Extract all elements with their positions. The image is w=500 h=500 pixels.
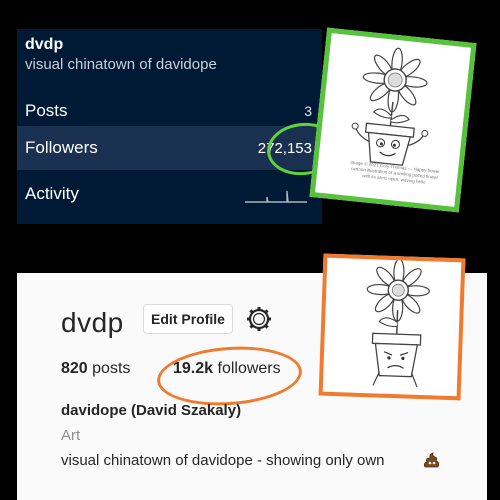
posts-count: 820: [61, 360, 88, 377]
edit-profile-button[interactable]: Edit Profile: [143, 304, 233, 334]
illustration-card-green: Image © 2021 Cory Thomas — Happy flower …: [309, 27, 477, 213]
profile-full-name: davidope (David Szakaly): [61, 402, 242, 419]
highlight-circle-orange: [155, 342, 304, 410]
illustration-card-orange: [318, 253, 466, 401]
tumblr-stats-panel: dvdp visual chinatown of davidope Posts …: [17, 29, 342, 224]
profile-bio: visual chinatown of davidope - showing o…: [61, 452, 385, 469]
blog-header[interactable]: dvdp visual chinatown of davidope: [25, 35, 217, 75]
stats-label-followers: Followers: [25, 138, 98, 157]
stats-label-posts: Posts: [25, 101, 68, 120]
posts-label: posts: [92, 360, 131, 377]
activity-sparkline-icon: [245, 190, 307, 203]
profile-username: dvdp: [61, 307, 124, 338]
blog-name: dvdp: [25, 36, 64, 53]
profile-category: Art: [61, 427, 81, 444]
profile-posts-stat[interactable]: 820 posts: [61, 360, 130, 378]
stats-count-posts: 3: [304, 103, 312, 119]
poop-emoji-icon: [423, 452, 440, 468]
settings-gear-icon[interactable]: [246, 306, 272, 332]
blog-title: visual chinatown of davidope: [25, 56, 217, 73]
grumpy-flower-pot-illustration: [366, 258, 430, 388]
stats-label-activity: Activity: [25, 184, 79, 203]
